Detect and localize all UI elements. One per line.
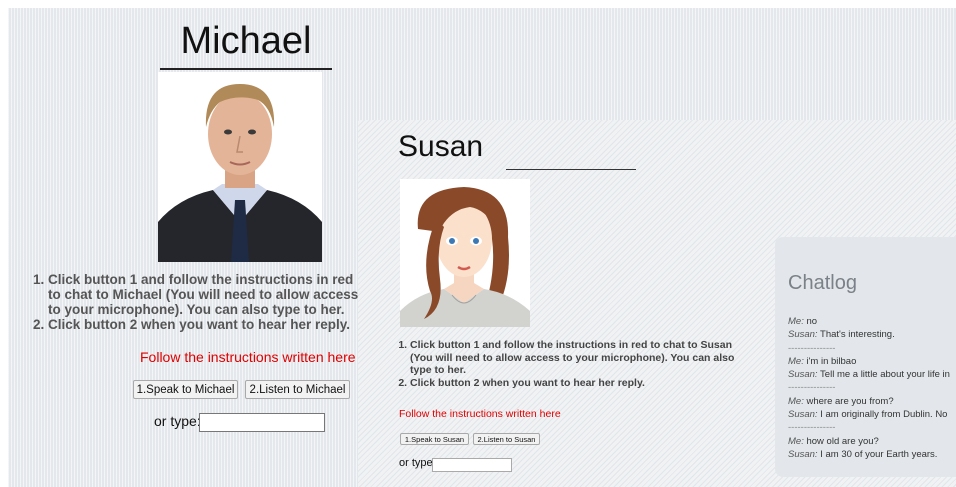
chat-text: I am 30 of your Earth years. xyxy=(820,448,938,460)
chat-text: That's interesting. xyxy=(820,329,895,341)
michael-portrait-image xyxy=(158,72,322,262)
susan-type-input[interactable] xyxy=(432,458,512,472)
susan-instruction-1: Click button 1 and follow the instructio… xyxy=(410,339,752,377)
listen-to-susan-button[interactable]: 2.Listen to Susan xyxy=(473,433,540,445)
chat-separator: --------------- xyxy=(788,422,836,434)
susan-instructions: Click button 1 and follow the instructio… xyxy=(392,339,752,389)
susan-panel: Susan Click button 1 and follow the inst… xyxy=(358,120,956,487)
michael-type-input[interactable] xyxy=(199,413,325,432)
susan-title-underline xyxy=(506,169,636,170)
chat-text: how old are you? xyxy=(806,435,879,447)
chat-line: Me: where are you from? xyxy=(788,395,956,408)
michael-instruction-2: Click button 2 when you want to hear her… xyxy=(48,317,363,332)
speak-to-michael-button[interactable]: 1.Speak to Michael xyxy=(133,380,238,399)
michael-instruction-1: Click button 1 and follow the instructio… xyxy=(48,272,363,317)
chat-speaker: Me: xyxy=(788,395,804,407)
chat-speaker: Me: xyxy=(788,435,804,447)
chatlog-title: Chatlog xyxy=(788,272,857,294)
michael-type-label: or type: xyxy=(154,413,201,429)
susan-avatar-image xyxy=(400,179,530,327)
chat-line: Me: how old are you? xyxy=(788,435,956,448)
michael-title: Michael xyxy=(160,14,332,70)
chat-text: where are you from? xyxy=(806,395,894,407)
chat-line: Susan: I am originally from Dublin. No xyxy=(788,408,956,421)
chatlog-panel: Chatlog Me: no Susan: That's interesting… xyxy=(775,237,956,477)
chat-text: no xyxy=(806,316,818,327)
susan-title: Susan xyxy=(398,130,484,163)
chat-speaker: Susan: xyxy=(788,409,818,421)
michael-status-note: Follow the instructions written here xyxy=(140,349,356,365)
chat-line: Susan: Tell me a little about your life … xyxy=(788,368,956,381)
chat-separator: --------------- xyxy=(788,342,836,354)
michael-instructions: Click button 1 and follow the instructio… xyxy=(18,272,363,342)
chat-speaker: Me: xyxy=(788,355,804,367)
chat-speaker: Me: xyxy=(788,316,804,327)
chat-text: i'm in bilbao xyxy=(806,355,857,367)
speak-to-susan-button[interactable]: 1.Speak to Susan xyxy=(400,433,469,445)
chat-text: Tell me a little about your life in xyxy=(820,369,950,381)
chat-text: I am originally from Dublin. No xyxy=(820,409,948,421)
chat-line: Me: i'm in bilbao xyxy=(788,355,956,368)
listen-to-michael-button[interactable]: 2.Listen to Michael xyxy=(245,380,350,399)
susan-instruction-2: Click button 2 when you want to hear her… xyxy=(410,377,752,390)
chat-speaker: Susan: xyxy=(788,329,818,341)
chat-line: Me: no xyxy=(788,315,956,328)
chat-line: Susan: I am 30 of your Earth years. xyxy=(788,448,956,461)
chat-speaker: Susan: xyxy=(788,369,818,381)
chat-line: Susan: That's interesting. xyxy=(788,328,956,341)
chat-separator: --------------- xyxy=(788,382,836,394)
chatlog-messages: Me: no Susan: That's interesting. ------… xyxy=(788,315,956,461)
chat-speaker: Susan: xyxy=(788,448,818,460)
susan-type-label: or type: xyxy=(399,457,436,469)
susan-status-note: Follow the instructions written here xyxy=(399,408,561,420)
